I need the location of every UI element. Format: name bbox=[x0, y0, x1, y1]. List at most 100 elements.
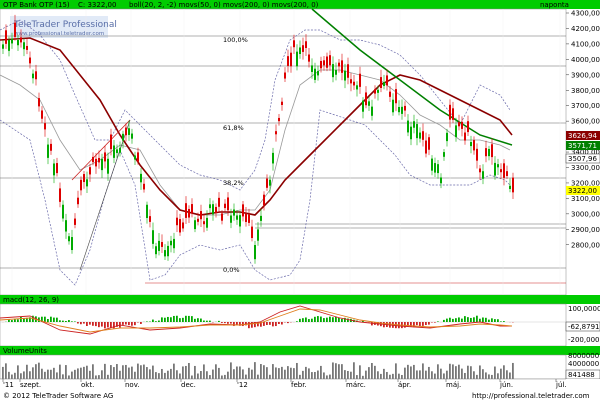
macd-bar bbox=[101, 322, 103, 327]
svg-text:3322,00: 3322,00 bbox=[568, 187, 597, 195]
candle bbox=[407, 121, 409, 133]
macd-bar bbox=[338, 318, 340, 322]
volume-bar bbox=[293, 368, 295, 379]
volume-bar bbox=[356, 375, 358, 379]
candle bbox=[119, 148, 121, 153]
candle bbox=[473, 140, 475, 150]
volume-bar bbox=[173, 364, 175, 379]
candle bbox=[488, 149, 490, 156]
volume-bar bbox=[464, 373, 466, 379]
volume-bar bbox=[512, 363, 514, 379]
macd-bar bbox=[500, 321, 502, 322]
volume-bar bbox=[83, 367, 85, 379]
volume-bar bbox=[434, 374, 436, 379]
macd-bar bbox=[452, 319, 454, 322]
volume-bar bbox=[503, 365, 505, 379]
macd-bar bbox=[341, 319, 343, 322]
candle bbox=[29, 58, 31, 64]
volume-bar bbox=[500, 369, 502, 379]
candle bbox=[233, 210, 235, 216]
candle bbox=[191, 204, 193, 213]
volume-bar bbox=[335, 363, 337, 379]
volume-bar bbox=[95, 375, 97, 379]
macd-bar bbox=[65, 321, 67, 322]
volume-bar bbox=[458, 365, 460, 379]
volume-bar bbox=[359, 365, 361, 379]
main-ytick: 4200,00 bbox=[571, 25, 600, 33]
candle bbox=[134, 156, 136, 160]
candle bbox=[8, 40, 10, 51]
volume-bar bbox=[380, 374, 382, 379]
volume-bar bbox=[266, 367, 268, 379]
chart-window: OTP Bank OTP (15) C: 3322,00 boll(20, 2,… bbox=[0, 0, 600, 400]
volume-bar bbox=[233, 369, 235, 379]
candle bbox=[293, 40, 295, 47]
candle bbox=[14, 23, 16, 37]
volume-bar bbox=[116, 364, 118, 379]
volume-bar bbox=[5, 363, 7, 379]
main-ytick: 4100,00 bbox=[571, 40, 600, 48]
macd-bar bbox=[173, 316, 175, 322]
candle bbox=[59, 188, 61, 201]
candle bbox=[386, 75, 388, 85]
candle bbox=[221, 213, 223, 220]
price-tag-trend: 3571,71 bbox=[566, 141, 600, 150]
macd-bar bbox=[170, 317, 172, 322]
macd-ytick-top: 100,0000 bbox=[568, 305, 600, 313]
candle bbox=[179, 219, 181, 232]
volume-bar bbox=[62, 374, 64, 379]
macd-bar bbox=[80, 322, 82, 324]
candle bbox=[212, 204, 214, 214]
volume-bar bbox=[2, 367, 4, 379]
candle bbox=[194, 220, 196, 229]
macd-bar bbox=[107, 322, 109, 327]
candle bbox=[404, 106, 406, 111]
x-tick-label: okt. bbox=[81, 381, 94, 389]
x-tick-label: ápr. bbox=[398, 381, 411, 389]
volume-bar bbox=[119, 371, 121, 379]
macd-bar bbox=[185, 316, 187, 322]
volume-bar bbox=[209, 375, 211, 379]
macd-bar bbox=[323, 318, 325, 322]
volume-bar bbox=[86, 366, 88, 379]
candle bbox=[170, 241, 172, 245]
volume-bar bbox=[329, 375, 331, 379]
candle bbox=[506, 171, 508, 176]
candle bbox=[245, 214, 247, 222]
candle bbox=[158, 241, 160, 251]
volume-bar bbox=[47, 370, 49, 379]
macd-bar bbox=[305, 317, 307, 322]
volume-bar bbox=[254, 362, 256, 379]
macd-bar bbox=[470, 318, 472, 322]
footer-url[interactable]: http://professional.teletrader.com bbox=[472, 392, 590, 400]
volume-bar bbox=[305, 367, 307, 379]
candle bbox=[224, 204, 226, 208]
macd-bar bbox=[314, 317, 316, 322]
volume-bar bbox=[164, 373, 166, 379]
candle bbox=[176, 218, 178, 226]
volume-bar bbox=[452, 364, 454, 379]
macd-bar bbox=[263, 322, 265, 326]
volume-bar bbox=[77, 368, 79, 379]
volume-bar bbox=[221, 375, 223, 379]
candle bbox=[365, 92, 367, 105]
macd-bar bbox=[104, 322, 106, 328]
volume-bar bbox=[326, 375, 328, 379]
watermark-title: TeleTrader Professional bbox=[13, 20, 117, 30]
volume-bar bbox=[200, 371, 202, 379]
volume-title: VolumeUnits bbox=[3, 347, 47, 355]
volume-bar bbox=[92, 364, 94, 379]
volume-bar bbox=[140, 365, 142, 379]
candle bbox=[182, 222, 184, 228]
macd-bar bbox=[179, 318, 181, 322]
volume-bar bbox=[206, 371, 208, 379]
candle bbox=[389, 92, 391, 97]
candle bbox=[248, 215, 250, 223]
watermark: TeleTrader Professional www.professional… bbox=[10, 16, 117, 38]
macd-bar bbox=[428, 322, 430, 325]
volume-bar bbox=[113, 367, 115, 379]
volume-bar bbox=[494, 367, 496, 379]
macd-bar bbox=[53, 318, 55, 322]
candle bbox=[356, 85, 358, 89]
volume-bar bbox=[278, 368, 280, 379]
